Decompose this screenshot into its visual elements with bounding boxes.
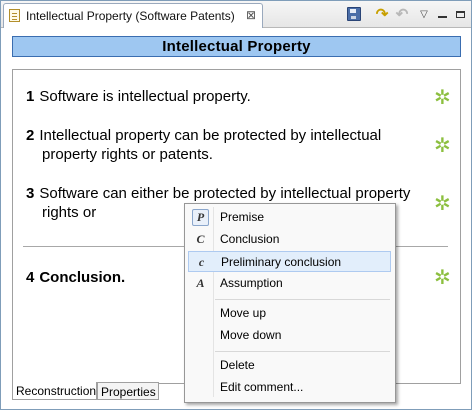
- document-icon: [9, 9, 20, 22]
- menu-item-assumption[interactable]: A Assumption: [188, 273, 391, 294]
- editor-tab-title: Intellectual Property (Software Patents): [26, 9, 235, 23]
- menu-item-label: Premise: [220, 210, 265, 224]
- tab-properties[interactable]: Properties: [97, 382, 159, 400]
- statement-text: Intellectual property can be protected b…: [39, 127, 382, 163]
- menu-item-label: Conclusion: [220, 232, 280, 246]
- editor-tab-bar: Intellectual Property (Software Patents)…: [1, 1, 471, 28]
- conclusion-icon: C: [196, 232, 205, 246]
- statement-1[interactable]: 1 Software is intellectual property.: [26, 87, 442, 106]
- statement-number: 3: [26, 185, 35, 202]
- star-icon[interactable]: ✲: [434, 136, 451, 156]
- undo-icon[interactable]: ↶: [393, 5, 411, 23]
- menu-separator: [215, 351, 390, 352]
- star-icon[interactable]: ✲: [434, 268, 451, 288]
- menu-item-label: Edit comment...: [220, 380, 304, 394]
- menu-item-preliminary-conclusion[interactable]: c Preliminary conclusion: [188, 251, 391, 272]
- menu-item-label: Preliminary conclusion: [221, 255, 342, 269]
- menu-item-label: Move down: [220, 328, 282, 342]
- menu-item-label: Move up: [220, 306, 267, 320]
- premise-icon: P: [192, 209, 209, 226]
- maximize-icon[interactable]: [451, 5, 469, 23]
- menu-item-delete[interactable]: Delete: [188, 355, 391, 376]
- menu-separator: [215, 299, 390, 300]
- star-icon[interactable]: ✲: [434, 88, 451, 108]
- menu-item-move-up[interactable]: Move up: [188, 303, 391, 324]
- menu-item-move-down[interactable]: Move down: [188, 325, 391, 346]
- menu-item-premise[interactable]: P Premise: [188, 207, 391, 228]
- argument-header: Intellectual Property: [12, 36, 461, 57]
- tab-reconstruction[interactable]: Reconstruction: [12, 382, 97, 400]
- star-icon[interactable]: ✲: [434, 194, 451, 214]
- menu-item-label: Assumption: [220, 276, 283, 290]
- statement-number: 2: [26, 127, 35, 144]
- view-menu-icon[interactable]: ▽: [415, 5, 433, 23]
- menu-item-conclusion[interactable]: C Conclusion: [188, 229, 391, 250]
- statement-text: Conclusion.: [39, 269, 126, 286]
- redo-icon[interactable]: ↷: [373, 5, 391, 23]
- menu-item-label: Delete: [220, 358, 255, 372]
- statement-number: 4: [26, 269, 35, 286]
- minimize-icon[interactable]: [433, 5, 451, 23]
- save-icon[interactable]: [345, 5, 363, 23]
- close-tab-icon[interactable]: ⊠: [246, 8, 256, 22]
- editor-tab[interactable]: Intellectual Property (Software Patents)…: [3, 3, 263, 28]
- statement-text: Software is intellectual property.: [39, 88, 251, 105]
- menu-item-edit-comment[interactable]: Edit comment...: [188, 377, 391, 398]
- argument-title: Intellectual Property: [162, 38, 311, 55]
- statement-number: 1: [26, 88, 35, 105]
- assumption-icon: A: [196, 276, 205, 290]
- context-menu: P Premise C Conclusion c Preliminary con…: [184, 203, 396, 403]
- statement-2[interactable]: 2 Intellectual property can be protected …: [26, 126, 432, 164]
- preliminary-conclusion-icon: c: [198, 255, 205, 269]
